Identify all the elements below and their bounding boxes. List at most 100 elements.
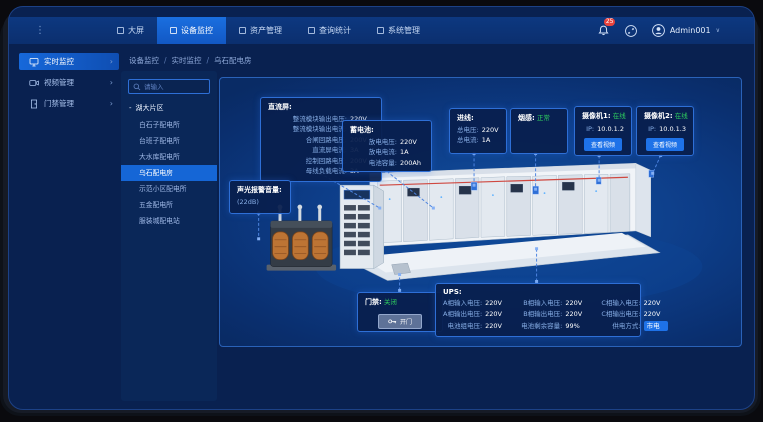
sidebar: 实时监控 › 视频管理 › 门禁管理 › — [19, 53, 119, 116]
search-input[interactable] — [144, 83, 205, 91]
tree-item[interactable]: 白石子配电所 — [121, 117, 217, 133]
fullscreen-button[interactable] — [624, 23, 639, 38]
tree-item[interactable]: 五金配电所 — [121, 197, 217, 213]
metric-label: 总电压: — [457, 125, 479, 135]
ip-label: IP: — [582, 124, 594, 134]
tree-root-node[interactable]: - 湖大片区 — [121, 101, 217, 117]
site-tree-panel: - 湖大片区 白石子配电所 台班子配电所 大水库配电所 乌石配电房 示范小区配电… — [121, 71, 217, 401]
tab-system-management[interactable]: 系统管理 — [364, 17, 433, 44]
bigscreen-icon — [117, 27, 124, 34]
chevron-down-icon: ∨ — [716, 27, 720, 34]
monitor-icon — [29, 57, 39, 67]
metric-label: 放电电压: — [350, 137, 397, 147]
tree-item-selected[interactable]: 乌石配电房 — [121, 165, 217, 181]
battery-callout: 蓄电池: 放电电压:220V 放电电流:1A 电池容量:200Ah — [342, 120, 432, 172]
transformer — [267, 205, 336, 271]
tree-item[interactable]: 示范小区配电所 — [121, 181, 217, 197]
door-icon — [29, 99, 39, 109]
metric-label: 直流屏电流: — [268, 145, 347, 155]
metric-label: A相输入电压: — [443, 298, 482, 308]
tree-item[interactable]: 服装城配电站 — [121, 213, 217, 229]
metric-label: B相输出电压: — [521, 309, 562, 319]
status-value: 在线 — [675, 111, 699, 124]
drag-handle-icon[interactable]: ⋮ — [35, 26, 44, 36]
metric-label: 门禁: — [365, 297, 382, 308]
ip-label: IP: — [644, 124, 656, 134]
open-door-label: 开门 — [400, 317, 412, 326]
tab-query-statistics[interactable]: 查询统计 — [295, 17, 364, 44]
collapse-icon: - — [129, 104, 132, 112]
tree-search — [128, 79, 210, 94]
breadcrumb-item[interactable]: 实时监控 — [172, 55, 202, 66]
system-icon — [377, 27, 384, 34]
sidebar-item-label: 实时监控 — [44, 56, 74, 67]
chevron-right-icon: › — [110, 57, 113, 66]
tab-asset-management[interactable]: 资产管理 — [226, 17, 295, 44]
callout-title: 进线: — [457, 113, 499, 123]
sidebar-item-realtime-monitor[interactable]: 实时监控 › — [19, 53, 119, 70]
topbar-actions: 25 Admin001 ∨ — [596, 23, 720, 38]
tab-label: 资产管理 — [250, 25, 282, 36]
metric-label: B相输入电压: — [521, 298, 562, 308]
metric-label: 母线负载电流: — [268, 166, 347, 176]
metric-label: 合闸回路电压: — [268, 135, 347, 145]
user-menu[interactable]: Admin001 ∨ — [652, 24, 720, 37]
tree-item[interactable]: 大水库配电所 — [121, 149, 217, 165]
smoke-sensor-callout: 烟感: 正常 — [510, 108, 568, 154]
avatar-icon — [652, 24, 665, 37]
metric-value: 220V — [485, 298, 509, 308]
metric-label: 摄像机2: — [644, 111, 673, 122]
video-icon — [29, 78, 39, 88]
status-value: 正常 — [537, 113, 561, 126]
tree-item[interactable]: 台班子配电所 — [121, 133, 217, 149]
metric-value: 220V — [565, 298, 589, 308]
metric-value: 220V — [644, 298, 668, 308]
breadcrumb: 设备监控 / 实时监控 / 乌石配电房 — [129, 53, 252, 67]
tab-device-monitor[interactable]: 设备监控 — [157, 17, 226, 44]
app-window: ⋮ 大屏 设备监控 资产管理 查询统计 系统管理 25 Admin001 ∨ — [8, 6, 755, 410]
breadcrumb-item-current[interactable]: 乌石配电房 — [214, 55, 252, 66]
metric-label: 电池剩余容量: — [521, 321, 562, 331]
power-mode-badge: 市电 — [644, 321, 668, 331]
sidebar-item-label: 视频管理 — [44, 77, 74, 88]
bell-icon — [598, 25, 609, 36]
breadcrumb-separator: / — [164, 56, 167, 65]
device-monitor-icon — [170, 27, 177, 34]
metric-value: 200Ah — [400, 158, 424, 168]
breadcrumb-separator: / — [207, 56, 210, 65]
metric-label: 电池容量: — [350, 158, 397, 168]
search-icon — [133, 83, 141, 91]
alarm-value: (22dB) — [237, 197, 280, 207]
breadcrumb-item[interactable]: 设备监控 — [129, 55, 159, 66]
sidebar-item-video-management[interactable]: 视频管理 › — [19, 74, 119, 91]
open-door-button[interactable]: 开门 — [378, 314, 422, 329]
view-video-button[interactable]: 查看视频 — [584, 138, 622, 151]
tree-root-label: 湖大片区 — [136, 103, 164, 113]
asset-icon — [239, 27, 246, 34]
tab-label: 系统管理 — [388, 25, 420, 36]
ip-value: 10.0.1.2 — [597, 124, 624, 134]
metric-label: 供电方式: — [601, 321, 640, 331]
metric-label: 摄像机1: — [582, 111, 611, 122]
incoming-line-callout: 进线: 总电压:220V 总电流:1A — [449, 108, 507, 154]
view-video-button[interactable]: 查看视频 — [646, 138, 684, 151]
callout-title: 直流屏: — [268, 102, 374, 112]
metric-value: 220V — [485, 321, 509, 331]
metric-label: C相输入电压: — [601, 298, 640, 308]
tab-bigscreen[interactable]: 大屏 — [104, 17, 157, 44]
metric-label: 烟感: — [518, 113, 535, 124]
metric-value: 1A — [400, 147, 424, 157]
chevron-right-icon: › — [110, 99, 113, 108]
metric-value: 220V — [565, 309, 589, 319]
notifications-button[interactable]: 25 — [596, 23, 611, 38]
notification-badge: 25 — [604, 18, 616, 26]
ups-callout: UPS: A相输入电压:220V B相输入电压:220V C相输入电压:220V… — [435, 283, 641, 337]
charging-cabinet — [340, 185, 384, 268]
room-door — [392, 263, 411, 274]
status-value: 关闭 — [384, 297, 408, 310]
metric-value: 220V — [400, 137, 424, 147]
status-value: 在线 — [613, 111, 637, 124]
sidebar-item-access-management[interactable]: 门禁管理 › — [19, 95, 119, 112]
chevron-right-icon: › — [110, 78, 113, 87]
metric-value: 1A — [482, 135, 506, 145]
